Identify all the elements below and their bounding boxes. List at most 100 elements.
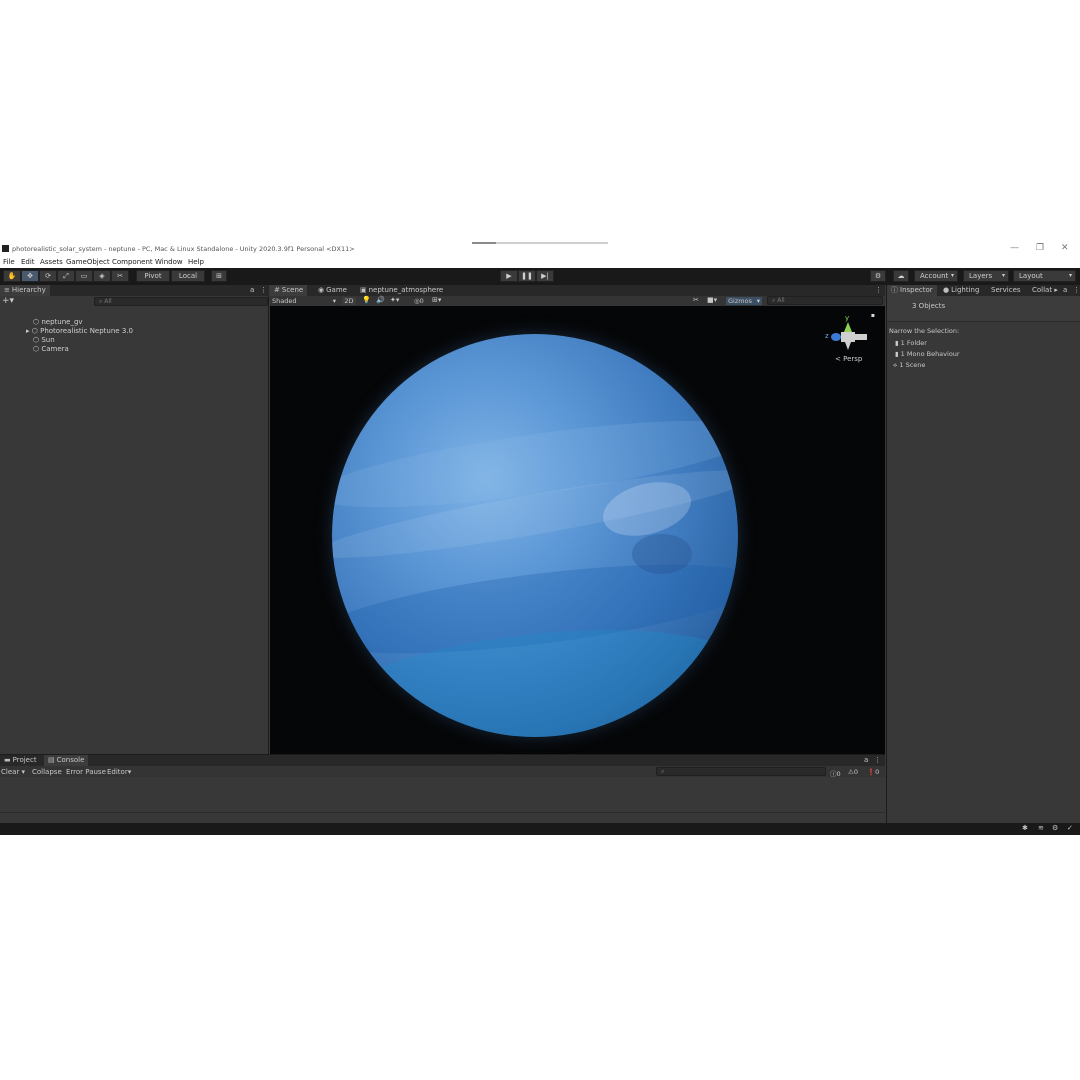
lock-icon[interactable]: a: [864, 756, 868, 764]
tools-icon[interactable]: ✂: [693, 296, 699, 304]
tab-services[interactable]: Services: [987, 285, 1025, 296]
scene-viewport[interactable]: ▪ y z < Persp: [270, 306, 885, 754]
layers-icon[interactable]: ≋: [1038, 824, 1044, 832]
unity-scene-icon: ⟡: [893, 361, 898, 369]
bug-icon[interactable]: ✱: [1022, 824, 1028, 832]
kebab-menu-icon[interactable]: ⋮: [874, 756, 881, 764]
custom-tool-icon[interactable]: ✂: [111, 270, 129, 282]
projection-toggle[interactable]: < Persp: [835, 355, 862, 363]
rotate-tool-icon[interactable]: ⟳: [39, 270, 57, 282]
orientation-gizmo[interactable]: ▪ y z < Persp: [825, 312, 875, 372]
close-button[interactable]: ✕: [1061, 243, 1069, 253]
lock-icon[interactable]: a: [1063, 286, 1067, 294]
collab-icon[interactable]: ⚙: [870, 270, 886, 282]
hierarchy-tabstrip: ≡ Hierarchy a ⋮: [0, 285, 269, 296]
account-dropdown[interactable]: Account ▾: [914, 270, 958, 282]
gizmo-center-cube[interactable]: [841, 332, 855, 342]
error-count-toggle[interactable]: ❗0: [867, 768, 879, 776]
hierarchy-item[interactable]: ▸ ⬡ Photorealistic Neptune 3.0: [0, 327, 269, 336]
check-icon[interactable]: ✓: [1067, 824, 1073, 832]
unity-logo-icon: [2, 245, 9, 252]
settings-icon[interactable]: ⚙: [1052, 824, 1058, 832]
hidden-objects-count[interactable]: ◎0: [414, 297, 424, 305]
camera-icon[interactable]: ■▾: [707, 296, 717, 304]
shading-mode-dropdown[interactable]: Shaded ▾: [272, 297, 338, 305]
transform-tool-icon[interactable]: ◈: [93, 270, 111, 282]
hierarchy-item[interactable]: ⬡ neptune_gv: [0, 318, 269, 327]
x-axis-cone[interactable]: [855, 334, 867, 340]
tab-lighting[interactable]: ● Lighting: [939, 285, 983, 296]
log-count-toggle[interactable]: ⓘ0: [830, 768, 841, 778]
tab-hierarchy[interactable]: ≡ Hierarchy: [0, 285, 50, 296]
menu-edit[interactable]: Edit: [21, 258, 35, 266]
audio-toggle-icon[interactable]: 🔊: [376, 296, 385, 304]
minimize-button[interactable]: —: [1010, 243, 1019, 253]
console-search-input[interactable]: ⌕: [656, 767, 826, 776]
menu-assets[interactable]: Assets: [40, 258, 63, 266]
clear-button[interactable]: Clear ▾: [1, 768, 25, 776]
gameobject-cube-icon: ⬡: [33, 318, 40, 326]
z-axis-cone[interactable]: [831, 333, 841, 341]
scale-tool-icon[interactable]: ⤢: [57, 270, 75, 282]
selection-item-folder[interactable]: ▮ 1 Folder: [895, 339, 927, 347]
tab-game[interactable]: ◉ Game: [314, 285, 351, 296]
menu-window[interactable]: Window: [155, 258, 183, 266]
kebab-menu-icon[interactable]: ⋮: [875, 286, 882, 294]
menu-file[interactable]: File: [3, 258, 15, 266]
grid-snap-icon[interactable]: ⊞: [211, 270, 227, 282]
maximize-button[interactable]: ❐: [1036, 243, 1044, 253]
tab-scene[interactable]: # Scene: [270, 285, 308, 296]
menu-component[interactable]: Component: [112, 258, 153, 266]
tab-project[interactable]: ▬ Project: [0, 755, 41, 766]
effects-toggle-icon[interactable]: ✦▾: [390, 296, 399, 304]
grid-toggle-icon[interactable]: ⊞▾: [432, 296, 441, 304]
2d-toggle[interactable]: 2D: [342, 297, 356, 305]
hierarchy-search-input[interactable]: ⌕ All: [94, 297, 268, 306]
selection-item-scene[interactable]: ⟡ 1 Scene: [893, 361, 925, 370]
local-toggle[interactable]: Local: [171, 270, 205, 282]
hierarchy-tab-label: Hierarchy: [11, 286, 46, 294]
layers-label: Layers: [969, 272, 993, 280]
persp-label: Persp: [843, 355, 863, 363]
play-button-icon[interactable]: ▶: [500, 270, 518, 282]
pivot-toggle[interactable]: Pivot: [136, 270, 170, 282]
layout-dropdown[interactable]: Layout ▾: [1013, 270, 1076, 282]
menu-help[interactable]: Help: [188, 258, 204, 266]
kebab-menu-icon[interactable]: ⋮: [1073, 286, 1080, 294]
chevron-down-icon: ▾: [21, 768, 26, 776]
tab-inspector[interactable]: ⓘ Inspector: [887, 285, 937, 296]
neg-y-axis-cone[interactable]: [845, 342, 851, 350]
lock-icon[interactable]: a: [250, 286, 254, 294]
item-label: Sun: [41, 336, 55, 344]
hand-tool-icon[interactable]: ✋: [3, 270, 21, 282]
editor-dropdown[interactable]: Editor▾: [107, 768, 131, 776]
rect-tool-icon[interactable]: ▭: [75, 270, 93, 282]
gizmos-dropdown[interactable]: Gizmos ▾: [726, 297, 762, 305]
selection-item-script[interactable]: ▮ 1 Mono Behaviour: [895, 350, 960, 358]
menu-gameobject[interactable]: GameObject: [66, 258, 110, 266]
scene-search-input[interactable]: ⌕ All: [767, 296, 883, 305]
add-object-button[interactable]: +▾: [2, 297, 14, 306]
tab-collab[interactable]: Collat ▸: [1028, 285, 1062, 296]
pause-button-icon[interactable]: ❚❚: [518, 270, 536, 282]
scene-panel: # Scene ◉ Game ▣ neptune_atmosphere ⋮ Shade…: [270, 285, 885, 754]
error-pause-button[interactable]: Error Pause: [66, 768, 106, 776]
warning-count-toggle[interactable]: ⚠0: [848, 768, 858, 776]
tab-console[interactable]: ▤ Console: [44, 755, 89, 766]
local-label: Local: [178, 272, 198, 280]
hierarchy-item[interactable]: ⬡ Sun: [0, 336, 269, 345]
kebab-menu-icon[interactable]: ⋮: [260, 286, 267, 294]
axis-z-label: z: [825, 332, 829, 340]
move-tool-icon[interactable]: ✥: [21, 270, 39, 282]
hierarchy-item[interactable]: ⬡ Camera: [0, 345, 269, 354]
tab-label: Inspector: [900, 286, 933, 294]
tab-neptune-atmosphere[interactable]: ▣ neptune_atmosphere: [356, 285, 447, 296]
step-button-icon[interactable]: ▶|: [536, 270, 554, 282]
cloud-icon[interactable]: ☁: [893, 270, 909, 282]
lock-icon[interactable]: ▪: [871, 312, 875, 319]
y-axis-cone[interactable]: [844, 322, 852, 332]
collapse-button[interactable]: Collapse: [32, 768, 62, 776]
lighting-toggle-icon[interactable]: 💡: [362, 296, 371, 304]
layers-dropdown[interactable]: Layers ▾: [963, 270, 1009, 282]
status-bar: ✱ ≋ ⚙ ✓: [0, 823, 1080, 835]
